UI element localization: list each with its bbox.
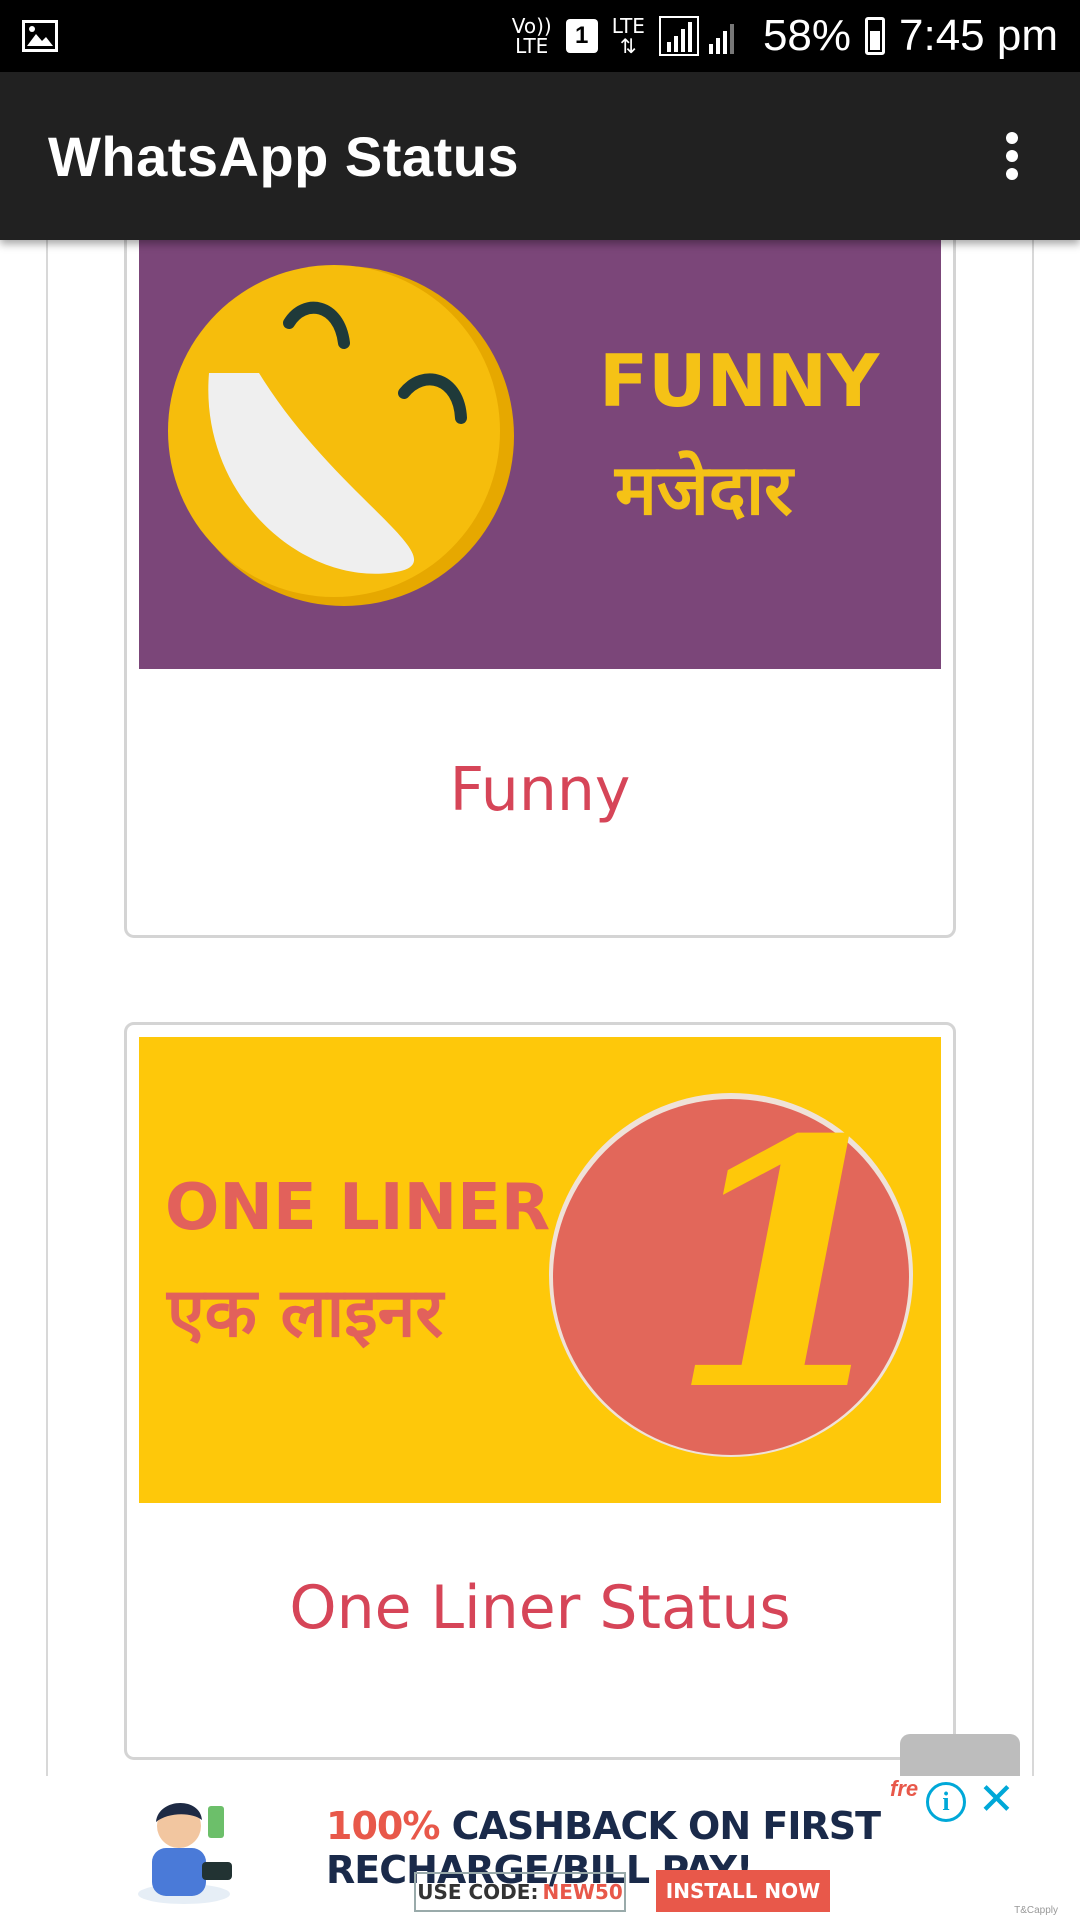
overflow-menu-icon[interactable] (992, 126, 1032, 186)
ad-terms-label: T&Capply (1014, 1905, 1058, 1916)
ad-close-icon[interactable]: ✕ (978, 1778, 1015, 1822)
one-liner-badge-text: 1 (669, 1067, 906, 1466)
lte-data-icon: LTE ⇅ (611, 14, 645, 58)
status-bar: Vo)) LTE 1 LTE ⇅ 58% 7:45 pm (0, 0, 1080, 72)
ad-info-icon[interactable]: i (926, 1782, 966, 1822)
category-label-funny[interactable]: Funny (127, 755, 953, 825)
clock: 7:45 pm (899, 11, 1058, 60)
volte-icon: Vo)) LTE (511, 14, 552, 58)
one-liner-banner-line2: एक लाइनर (167, 1274, 444, 1353)
ad-promo-code: USE CODE: NEW50 (414, 1872, 626, 1912)
one-liner-banner-image: 1 ONE LINER एक लाइनर (139, 1037, 941, 1503)
app-bar: WhatsApp Status (0, 72, 1080, 240)
funny-banner-image: FUNNY मजेदार (139, 240, 941, 669)
category-list[interactable]: FUNNY मजेदार Funny 1 ONE LINER एक लाइनर … (0, 240, 1080, 1780)
battery-icon (865, 17, 886, 55)
one-liner-banner-line1: ONE LINER (165, 1171, 551, 1245)
category-card-funny[interactable]: FUNNY मजेदार Funny (124, 240, 956, 938)
signal-icon (658, 16, 734, 56)
category-label-one-liner[interactable]: One Liner Status (127, 1573, 953, 1643)
battery-percent: 58% (762, 11, 852, 60)
funny-banner-line2: मजेदार (615, 449, 793, 531)
gallery-notification-icon (22, 20, 58, 52)
ad-character-illustration (138, 1802, 232, 1904)
app-title: WhatsApp Status (48, 124, 520, 188)
ad-install-button[interactable]: INSTALL NOW (656, 1870, 830, 1912)
ad-banner[interactable]: 100% CASHBACK ON FIRST RECHARGE/BILL PAY… (0, 1734, 1080, 1920)
funny-banner-line1: FUNNY (599, 339, 880, 423)
sim-icon: 1 (565, 19, 598, 53)
ad-collapse-tab[interactable] (900, 1734, 1020, 1776)
category-card-one-liner[interactable]: 1 ONE LINER एक लाइनर One Liner Status (124, 1022, 956, 1760)
ad-free-label: fre (890, 1776, 919, 1801)
screen: Vo)) LTE 1 LTE ⇅ 58% 7:45 pm WhatsApp St… (0, 0, 1080, 1920)
